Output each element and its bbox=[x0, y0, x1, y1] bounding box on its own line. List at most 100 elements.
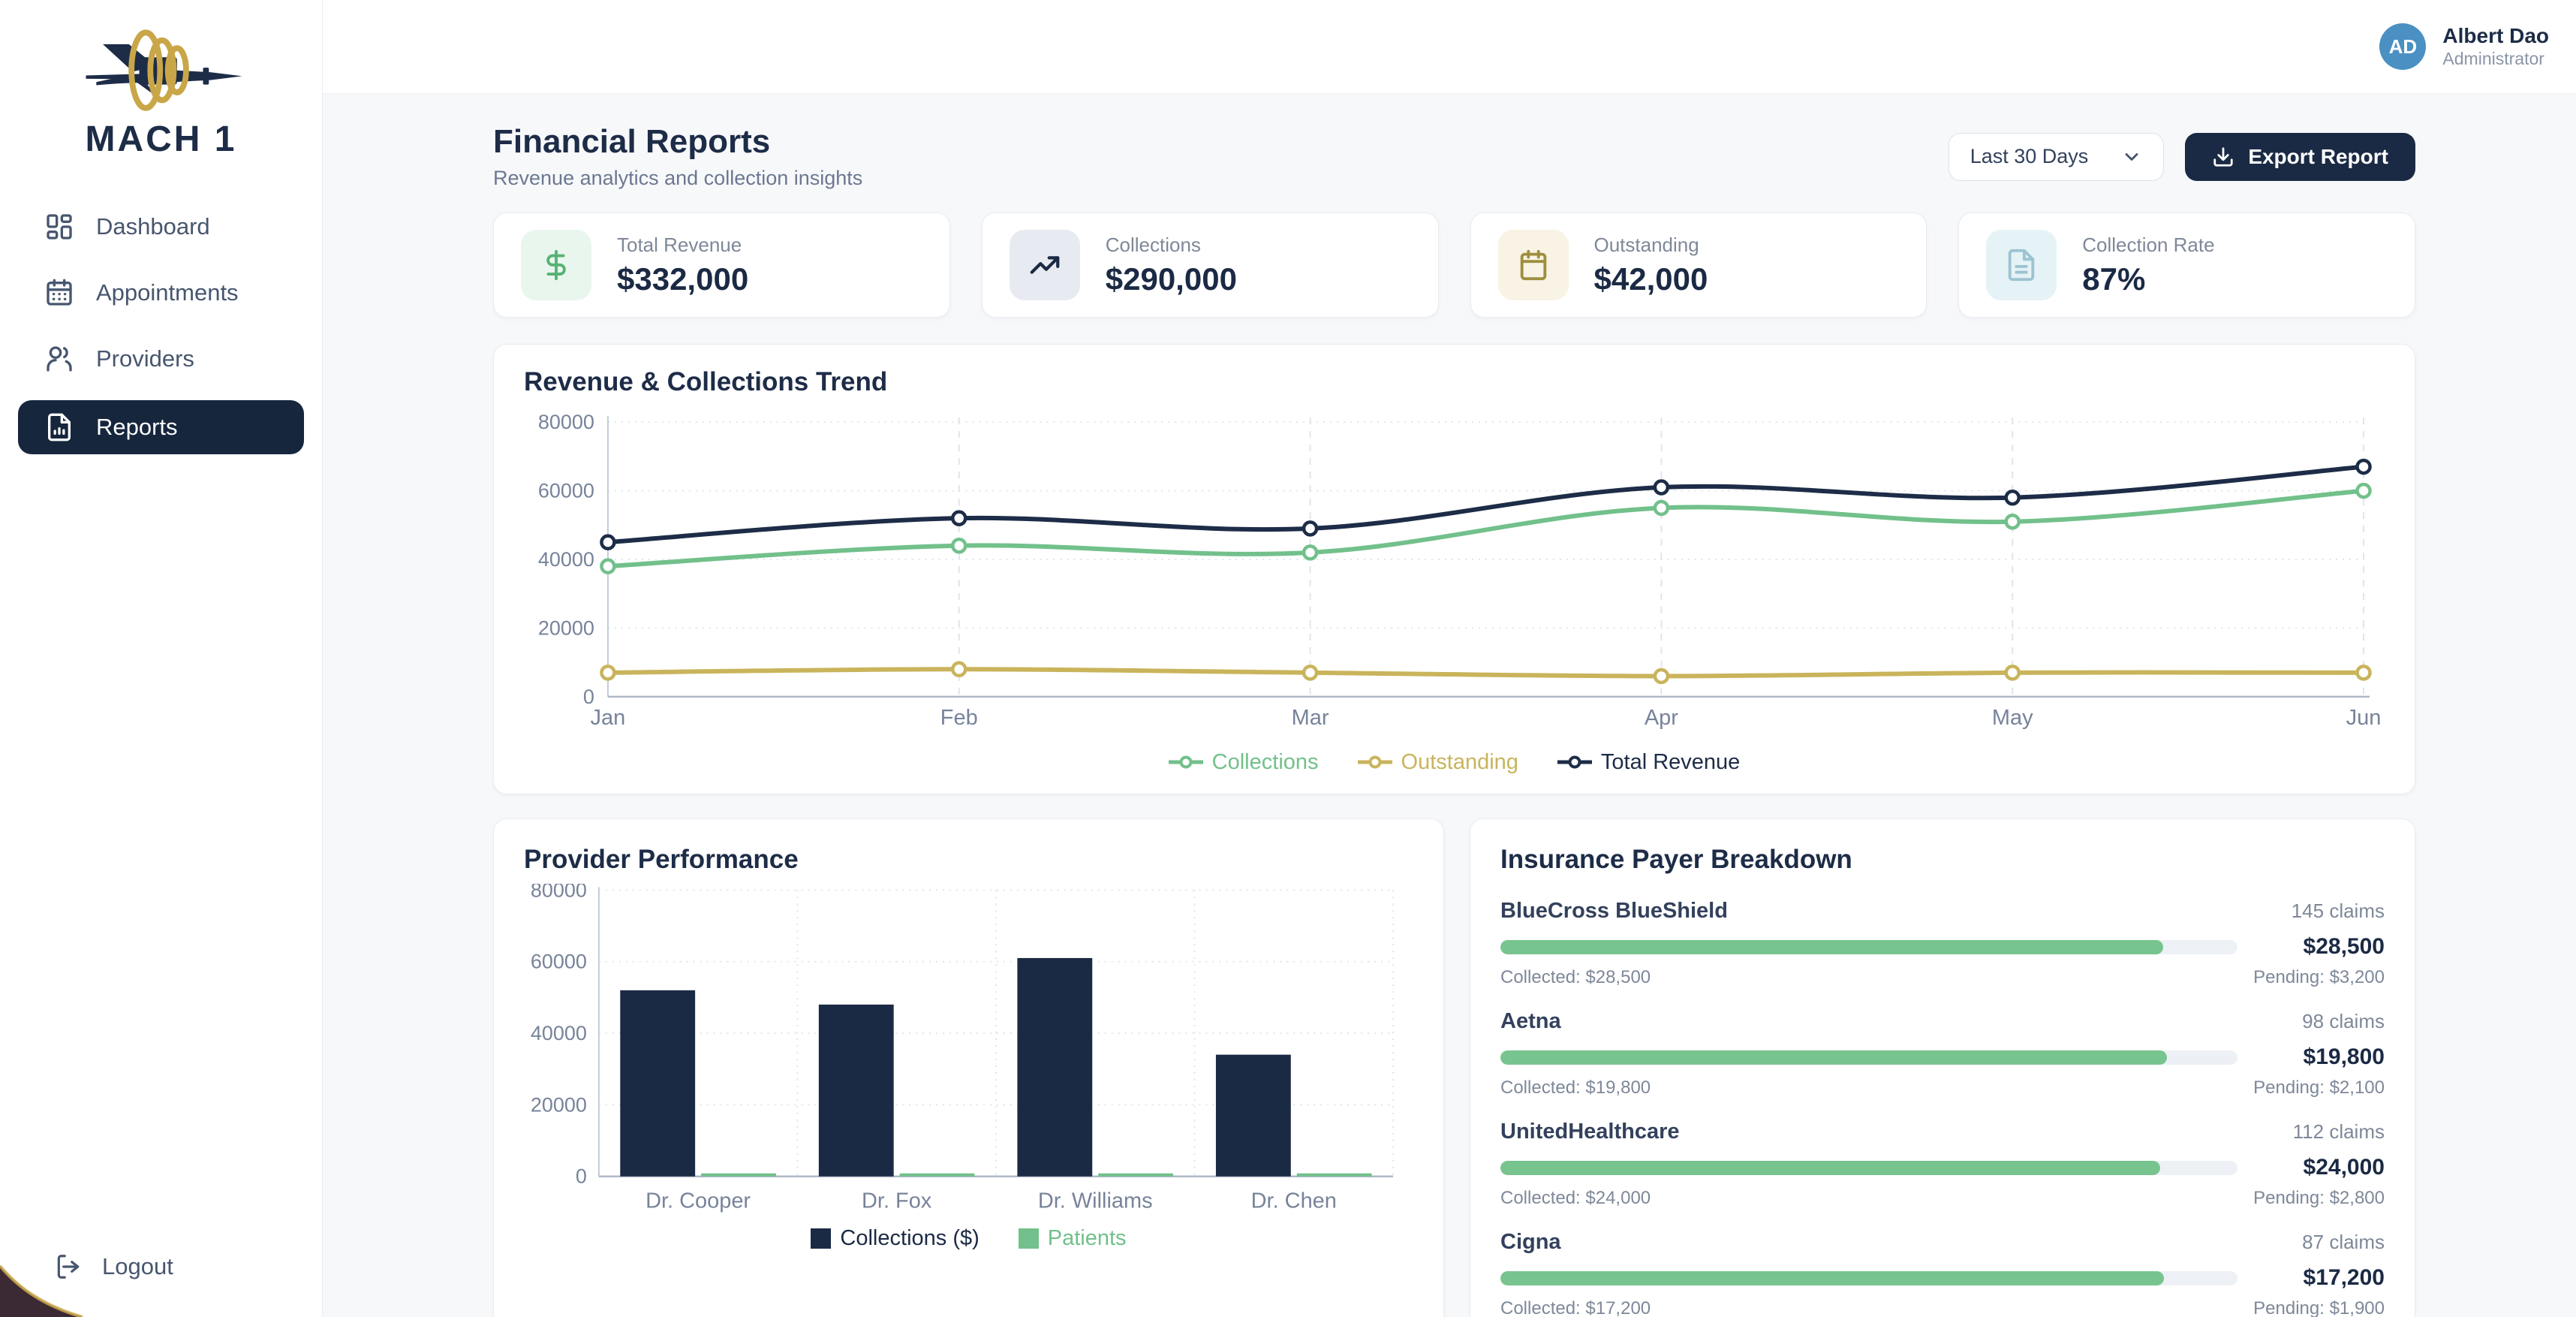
brand-name: MACH 1 bbox=[0, 119, 322, 160]
user-role: Administrator bbox=[2442, 49, 2549, 70]
stat-card-collection-rate: Collection Rate 87% bbox=[1958, 212, 2415, 318]
payer-progress-track bbox=[1500, 1161, 2237, 1175]
svg-text:Dr. Fox: Dr. Fox bbox=[862, 1189, 932, 1213]
payer-name: Cigna bbox=[1500, 1230, 1561, 1255]
sidebar-item-appointments[interactable]: Appointments bbox=[18, 268, 304, 318]
stat-card-collections: Collections $290,000 bbox=[982, 212, 1439, 318]
legend-label: Collections bbox=[1212, 750, 1319, 775]
payer-progress-track bbox=[1500, 1050, 2237, 1065]
svg-text:40000: 40000 bbox=[538, 548, 594, 571]
provider-performance-bar-chart: 020000400006000080000Dr. CooperDr. FoxDr… bbox=[524, 884, 1413, 1220]
user-menu[interactable]: AD Albert Dao Administrator bbox=[2379, 23, 2549, 70]
payer-pending-label: Pending: $2,800 bbox=[2253, 1188, 2385, 1209]
payer-pending-label: Pending: $3,200 bbox=[2253, 967, 2385, 988]
svg-text:20000: 20000 bbox=[531, 1093, 587, 1116]
trending-up-icon bbox=[1010, 230, 1080, 300]
legend-item-collections[interactable]: Collections bbox=[1169, 750, 1319, 775]
payer-progress-fill bbox=[1500, 940, 2163, 954]
svg-text:60000: 60000 bbox=[531, 951, 587, 973]
legend-label: Patients bbox=[1048, 1226, 1127, 1251]
bar-patients bbox=[1297, 1174, 1372, 1177]
calendar-icon bbox=[1498, 230, 1569, 300]
svg-text:20000: 20000 bbox=[538, 616, 594, 639]
payer-pending-label: Pending: $2,100 bbox=[2253, 1077, 2385, 1099]
svg-text:80000: 80000 bbox=[531, 884, 587, 901]
trend-chart-title: Revenue & Collections Trend bbox=[524, 367, 2385, 397]
payer-name: BlueCross BlueShield bbox=[1500, 899, 1728, 924]
stat-label: Collections bbox=[1106, 234, 1237, 257]
stat-value: $42,000 bbox=[1594, 261, 1708, 297]
sidebar-item-reports[interactable]: Reports bbox=[18, 400, 304, 454]
legend-swatch bbox=[1019, 1228, 1039, 1249]
sidebar-item-label: Reports bbox=[96, 414, 178, 441]
logout-label: Logout bbox=[102, 1253, 173, 1280]
sidebar-item-providers[interactable]: Providers bbox=[18, 334, 304, 384]
payer-progress-track bbox=[1500, 940, 2237, 954]
bar-collections- bbox=[620, 990, 695, 1177]
stat-label: Outstanding bbox=[1594, 234, 1708, 257]
svg-text:40000: 40000 bbox=[531, 1022, 587, 1044]
user-name: Albert Dao bbox=[2442, 23, 2549, 49]
export-report-button[interactable]: Export Report bbox=[2185, 133, 2415, 181]
page-header: Financial Reports Revenue analytics and … bbox=[493, 123, 2415, 190]
dollar-icon bbox=[521, 230, 591, 300]
legend-label: Collections ($) bbox=[840, 1226, 979, 1251]
users-icon bbox=[44, 343, 75, 375]
svg-text:Feb: Feb bbox=[940, 706, 978, 730]
payer-name: Aetna bbox=[1500, 1009, 1561, 1034]
svg-text:Jun: Jun bbox=[2346, 706, 2382, 730]
payer-progress-fill bbox=[1500, 1271, 2164, 1285]
insurance-row: Cigna 87 claims $17,200 Collected: $17,2… bbox=[1500, 1230, 2385, 1317]
payer-collected-label: Collected: $24,000 bbox=[1500, 1188, 1651, 1209]
svg-text:80000: 80000 bbox=[538, 411, 594, 433]
download-icon bbox=[2212, 146, 2234, 168]
payer-progress-track bbox=[1500, 1271, 2237, 1285]
main-content: Financial Reports Revenue analytics and … bbox=[323, 94, 2576, 1317]
stat-card-outstanding: Outstanding $42,000 bbox=[1470, 212, 1927, 318]
legend-item-total-revenue[interactable]: Total Revenue bbox=[1557, 750, 1740, 775]
page-subtitle: Revenue analytics and collection insight… bbox=[493, 167, 862, 190]
trend-chart-legend: Collections Outstanding Total Revenue bbox=[524, 746, 2385, 779]
bar-collections- bbox=[1216, 1055, 1291, 1177]
sidebar: MACH 1 Dashboard Appointments bbox=[0, 0, 323, 1317]
bar-patients bbox=[900, 1174, 975, 1177]
svg-text:0: 0 bbox=[583, 686, 594, 708]
legend-marker bbox=[1557, 755, 1592, 769]
svg-text:Mar: Mar bbox=[1292, 706, 1329, 730]
payer-claims-count: 112 claims bbox=[2293, 1120, 2385, 1144]
legend-item-patients[interactable]: Patients bbox=[1019, 1226, 1127, 1251]
stat-value: $290,000 bbox=[1106, 261, 1237, 297]
line-series-outstanding bbox=[601, 663, 2370, 683]
dashboard-icon bbox=[44, 211, 75, 243]
legend-label: Outstanding bbox=[1401, 750, 1518, 775]
avatar: AD bbox=[2379, 23, 2426, 70]
svg-text:Dr. Williams: Dr. Williams bbox=[1038, 1189, 1153, 1213]
sidebar-nav: Dashboard Appointments Providers bbox=[0, 202, 322, 454]
sidebar-item-label: Appointments bbox=[96, 279, 239, 306]
sidebar-item-dashboard[interactable]: Dashboard bbox=[18, 202, 304, 252]
payer-collected-label: Collected: $28,500 bbox=[1500, 967, 1651, 988]
insurance-title: Insurance Payer Breakdown bbox=[1500, 845, 2385, 875]
date-range-value: Last 30 Days bbox=[1970, 145, 2089, 168]
bar-collections- bbox=[1017, 958, 1092, 1177]
payer-collected-label: Collected: $17,200 bbox=[1500, 1298, 1651, 1317]
svg-text:Dr. Cooper: Dr. Cooper bbox=[646, 1189, 751, 1213]
topbar: AD Albert Dao Administrator bbox=[323, 0, 2576, 94]
payer-pending-label: Pending: $1,900 bbox=[2253, 1298, 2385, 1317]
sidebar-item-label: Dashboard bbox=[96, 213, 210, 240]
revenue-collections-line-chart: 020000400006000080000JanFebMarAprMayJun bbox=[524, 406, 2385, 744]
date-range-select[interactable]: Last 30 Days bbox=[1949, 133, 2165, 181]
stats-row: Total Revenue $332,000 Collections $290,… bbox=[493, 212, 2415, 318]
stat-label: Collection Rate bbox=[2082, 234, 2214, 257]
legend-item-outstanding[interactable]: Outstanding bbox=[1358, 750, 1518, 775]
insurance-row: Aetna 98 claims $19,800 Collected: $19,8… bbox=[1500, 1009, 2385, 1099]
svg-text:Jan: Jan bbox=[591, 706, 626, 730]
payer-progress-fill bbox=[1500, 1161, 2160, 1175]
payer-claims-count: 98 claims bbox=[2302, 1010, 2385, 1033]
insurance-row: BlueCross BlueShield 145 claims $28,500 … bbox=[1500, 899, 2385, 988]
brand-logo: MACH 1 bbox=[0, 0, 322, 160]
corner-decoration bbox=[0, 1257, 83, 1317]
provider-chart-legend: Collections ($) Patients bbox=[524, 1222, 1413, 1255]
legend-item-collections-[interactable]: Collections ($) bbox=[811, 1226, 979, 1251]
payer-amount: $19,800 bbox=[2257, 1044, 2385, 1070]
